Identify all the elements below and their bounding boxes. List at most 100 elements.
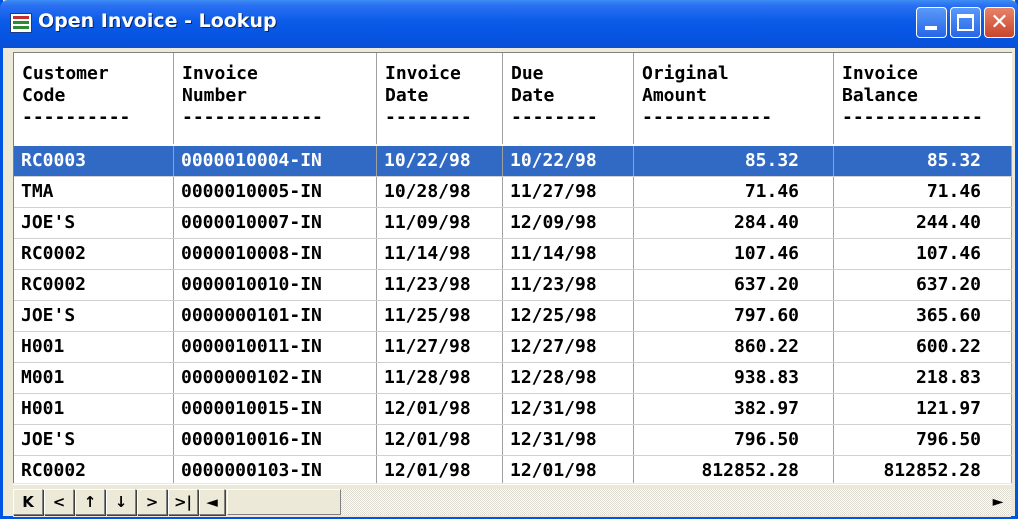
previous-record-button[interactable]: <: [44, 489, 74, 515]
grid-header: Customer Code ---------- Invoice Number --…: [14, 53, 1012, 146]
cell-invoice-date: 12/01/98: [377, 394, 503, 424]
column-header-due-date[interactable]: Due Date --------: [503, 53, 634, 144]
cell-invoice-date: 12/01/98: [377, 456, 503, 483]
table-row[interactable]: RC0002 0000010008-IN 11/14/98 11/14/98 107.4…: [14, 239, 1012, 270]
cell-original-amount: 796.50: [634, 425, 834, 455]
cell-invoice-date: 11/28/98: [377, 363, 503, 393]
last-record-button[interactable]: >|: [168, 489, 198, 515]
column-header-invoice-balance[interactable]: Invoice Balance -------------: [834, 53, 1012, 144]
column-header-invoice-date[interactable]: Invoice Date --------: [377, 53, 503, 144]
cell-due-date: 12/25/98: [503, 301, 634, 331]
cell-customer-code: JOE'S: [14, 301, 174, 331]
table-row[interactable]: RC0002 0000010010-IN 11/23/98 11/23/98 637.2…: [14, 270, 1012, 301]
cell-invoice-number: 0000010011-IN: [174, 332, 377, 362]
cell-customer-code: TMA: [14, 177, 174, 207]
cell-due-date: 12/01/98: [503, 456, 634, 483]
cell-invoice-number: 0000010005-IN: [174, 177, 377, 207]
cell-invoice-date: 10/22/98: [377, 146, 503, 176]
cell-invoice-number: 0000010008-IN: [174, 239, 377, 269]
cell-invoice-date: 10/28/98: [377, 177, 503, 207]
cell-customer-code: RC0002: [14, 456, 174, 483]
title-bar[interactable]: Open Invoice - Lookup ✕: [0, 0, 1018, 48]
cell-invoice-balance: 218.83: [834, 363, 1012, 393]
table-row-selected[interactable]: RC0003 0000010004-IN 10/22/98 10/22/98 85.32…: [14, 146, 1012, 177]
cell-invoice-number: 0000000103-IN: [174, 456, 377, 483]
cell-due-date: 11/23/98: [503, 270, 634, 300]
cell-due-date: 12/09/98: [503, 208, 634, 238]
cell-original-amount: 797.60: [634, 301, 834, 331]
last-record-icon: >|: [173, 493, 193, 511]
cell-due-date: 11/27/98: [503, 177, 634, 207]
close-button[interactable]: ✕: [984, 7, 1015, 38]
minimize-icon: [925, 26, 937, 30]
column-header-customer-code[interactable]: Customer Code ----------: [14, 53, 174, 144]
scroll-right-icon: ►: [992, 494, 1004, 510]
table-row[interactable]: JOE'S 0000010007-IN 11/09/98 12/09/98 284.40…: [14, 208, 1012, 239]
table-row[interactable]: H001 0000010011-IN 11/27/98 12/27/98 860.22 6…: [14, 332, 1012, 363]
cell-original-amount: 71.46: [634, 177, 834, 207]
lookup-window: Open Invoice - Lookup ✕ Customer Code ---…: [0, 0, 1018, 519]
cell-invoice-balance: 600.22: [834, 332, 1012, 362]
page-up-button[interactable]: ↑: [75, 489, 105, 515]
next-record-button[interactable]: >: [137, 489, 167, 515]
cell-invoice-balance: 244.40: [834, 208, 1012, 238]
scroll-left-button[interactable]: ◄: [199, 489, 225, 515]
table-row[interactable]: M001 0000000102-IN 11/28/98 12/28/98 938.83 2…: [14, 363, 1012, 394]
close-icon: ✕: [990, 10, 1009, 35]
cell-invoice-number: 0000010010-IN: [174, 270, 377, 300]
cell-customer-code: RC0002: [14, 239, 174, 269]
minimize-button[interactable]: [916, 7, 947, 38]
cell-invoice-number: 0000010004-IN: [174, 146, 377, 176]
cell-invoice-date: 11/25/98: [377, 301, 503, 331]
cell-invoice-balance: 121.97: [834, 394, 1012, 424]
scroll-right-button[interactable]: ►: [985, 489, 1011, 515]
table-row[interactable]: RC0002 0000000103-IN 12/01/98 12/01/98 81285…: [14, 456, 1012, 483]
cell-invoice-date: 11/14/98: [377, 239, 503, 269]
horizontal-scrollbar[interactable]: ►: [227, 489, 1011, 515]
cell-invoice-balance: 71.46: [834, 177, 1012, 207]
table-list-icon: [10, 13, 32, 33]
navigation-bar: K < ↑ ↓ > >| ◄ ►: [13, 484, 1011, 517]
cell-original-amount: 637.20: [634, 270, 834, 300]
cell-customer-code: H001: [14, 332, 174, 362]
cell-original-amount: 938.83: [634, 363, 834, 393]
first-record-button[interactable]: K: [13, 489, 43, 515]
cell-original-amount: 382.97: [634, 394, 834, 424]
cell-due-date: 12/31/98: [503, 394, 634, 424]
cell-invoice-number: 0000010016-IN: [174, 425, 377, 455]
cell-original-amount: 85.32: [634, 146, 834, 176]
cell-customer-code: JOE'S: [14, 208, 174, 238]
cell-invoice-number: 0000010007-IN: [174, 208, 377, 238]
scrollbar-thumb[interactable]: [227, 489, 341, 515]
maximize-button[interactable]: [950, 7, 981, 38]
cell-invoice-balance: 637.20: [834, 270, 1012, 300]
table-row[interactable]: JOE'S 0000000101-IN 11/25/98 12/25/98 797.60…: [14, 301, 1012, 332]
cell-customer-code: JOE'S: [14, 425, 174, 455]
column-header-invoice-number[interactable]: Invoice Number -------------: [174, 53, 377, 144]
cell-invoice-date: 12/01/98: [377, 425, 503, 455]
cell-original-amount: 860.22: [634, 332, 834, 362]
page-down-icon: ↓: [114, 493, 128, 511]
page-down-button[interactable]: ↓: [106, 489, 136, 515]
previous-record-icon: <: [52, 493, 66, 511]
cell-invoice-balance: 796.50: [834, 425, 1012, 455]
cell-invoice-number: 0000000102-IN: [174, 363, 377, 393]
window-title: Open Invoice - Lookup: [38, 10, 277, 32]
cell-invoice-balance: 85.32: [834, 146, 1012, 176]
table-row[interactable]: JOE'S 0000010016-IN 12/01/98 12/31/98 796.50…: [14, 425, 1012, 456]
invoice-grid[interactable]: Customer Code ---------- Invoice Number --…: [13, 52, 1012, 483]
table-row[interactable]: TMA 0000010005-IN 10/28/98 11/27/98 71.46 71.…: [14, 177, 1012, 208]
cell-invoice-date: 11/23/98: [377, 270, 503, 300]
cell-invoice-balance: 365.60: [834, 301, 1012, 331]
maximize-icon: [957, 14, 974, 31]
cell-original-amount: 812852.28: [634, 456, 834, 483]
scroll-left-icon: ◄: [206, 493, 218, 511]
column-header-original-amount[interactable]: Original Amount ------------: [634, 53, 834, 144]
cell-invoice-balance: 812852.28: [834, 456, 1012, 483]
cell-customer-code: RC0002: [14, 270, 174, 300]
cell-invoice-number: 0000010015-IN: [174, 394, 377, 424]
next-record-icon: >: [145, 493, 159, 511]
cell-customer-code: M001: [14, 363, 174, 393]
table-row[interactable]: H001 0000010015-IN 12/01/98 12/31/98 382.97 1…: [14, 394, 1012, 425]
cell-invoice-number: 0000000101-IN: [174, 301, 377, 331]
